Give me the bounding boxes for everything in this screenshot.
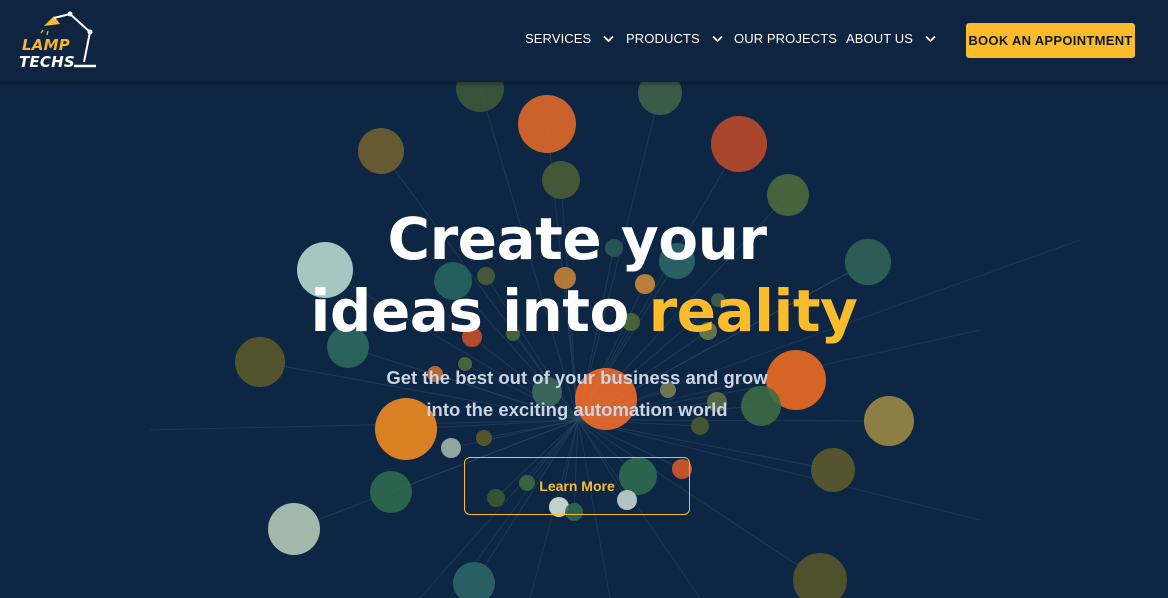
logo-text-techs: TECHS	[19, 53, 75, 71]
nav-item-products[interactable]: PRODUCTS	[626, 31, 723, 46]
nav-item-about-us[interactable]: ABOUT US	[846, 31, 936, 46]
hero-title-accent: reality	[648, 277, 858, 345]
nav-item-our-projects[interactable]: OUR PROJECTS	[734, 31, 837, 46]
chevron-down-icon	[925, 35, 936, 42]
hero-title-line2: ideas into reality	[0, 275, 1168, 347]
logo-text-lamp: LAMP	[22, 36, 70, 54]
book-appointment-button[interactable]: BOOK AN APPOINTMENT	[966, 23, 1135, 58]
chevron-down-icon	[603, 35, 614, 42]
hero-title-plain: ideas into	[310, 277, 649, 345]
nav-label: ABOUT US	[846, 31, 914, 46]
hero-subtitle-line1: Get the best out of your business and gr…	[386, 367, 768, 388]
hero-subtitle-line2: into the exciting automation world	[426, 399, 728, 420]
hero-section: Create your ideas into reality Get the b…	[0, 0, 1168, 598]
chevron-down-icon	[712, 35, 723, 42]
hero-title-line1: Create your	[387, 205, 767, 273]
learn-more-button[interactable]: Learn More	[464, 457, 690, 515]
logo[interactable]: LAMP TECHS	[18, 10, 98, 72]
nav-label: SERVICES	[525, 31, 592, 46]
nav-item-services[interactable]: SERVICES	[525, 31, 614, 46]
site-header: LAMP TECHS SERVICES PRODUCTS OUR PROJECT…	[0, 0, 1168, 82]
nav-label: PRODUCTS	[626, 31, 700, 46]
nav-label: OUR PROJECTS	[734, 31, 838, 46]
landing-page: LAMP TECHS SERVICES PRODUCTS OUR PROJECT…	[0, 0, 1168, 598]
